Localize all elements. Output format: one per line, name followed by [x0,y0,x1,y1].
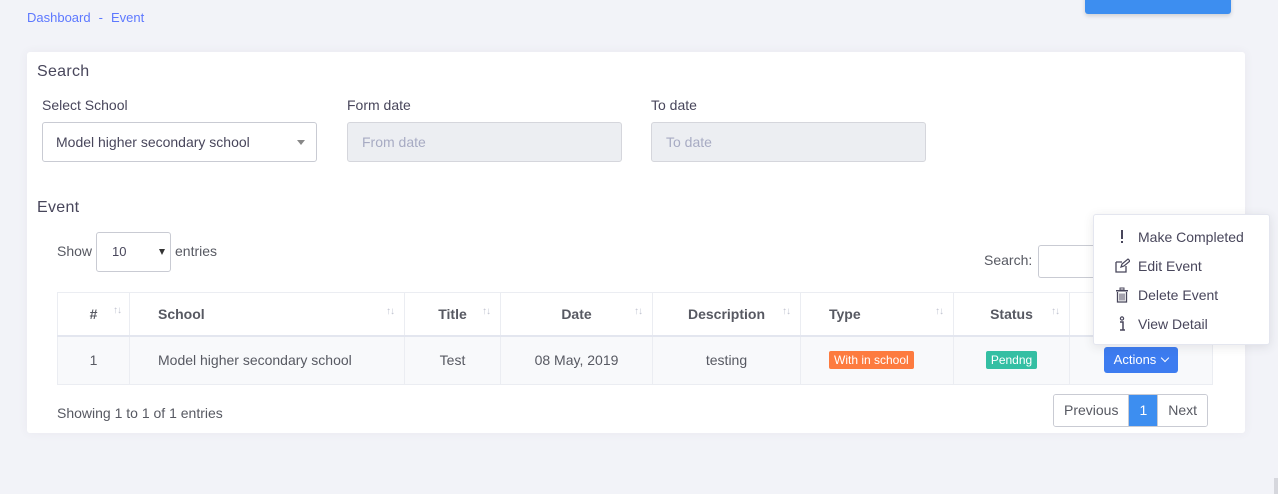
school-select-value: Model higher secondary school [56,134,250,150]
entries-select[interactable]: 10 [96,232,171,272]
to-date-input[interactable]: To date [651,122,926,162]
breadcrumb-event-link[interactable]: Event [111,10,144,25]
column-header-label: Status [990,305,1033,322]
column-header-type[interactable]: Type ↑↓ [800,292,954,337]
entries-select-value: 10 [112,244,127,259]
scrollbar[interactable] [1274,478,1278,494]
menu-item-view-detail[interactable]: View Detail [1114,313,1208,335]
menu-item-edit-event[interactable]: Edit Event [1114,255,1202,277]
pagination-previous-button[interactable]: Previous [1054,395,1130,426]
from-date-input[interactable]: From date [347,122,622,162]
table-search-label: Search: [984,252,1033,268]
column-header-title[interactable]: Title ↑↓ [404,292,501,337]
event-section-title: Event [37,199,80,216]
sort-icon: ↑↓ [634,306,643,317]
menu-item-label: Edit Event [1138,258,1202,274]
column-header-date[interactable]: Date ↑↓ [500,292,653,337]
status-badge: Pendng [985,351,1038,370]
actions-button-label: Actions [1113,352,1157,368]
table-row: 1 Model higher secondary school Test 08 … [57,335,1213,385]
search-section-title: Search [37,63,90,80]
breadcrumb-dashboard-link[interactable]: Dashboard [27,10,91,25]
actions-button[interactable]: Actions [1103,347,1179,374]
entries-label: entries [175,243,218,259]
top-action-button[interactable] [1085,0,1231,14]
trash-icon [1114,287,1134,303]
column-header-label: School [158,305,205,322]
menu-item-make-completed[interactable]: Make Completed [1114,226,1244,248]
cell-description: testing [652,335,801,385]
show-label: Show [57,243,93,259]
sort-icon: ↑↓ [1051,306,1060,317]
column-header-label: # [89,305,98,322]
table-header-row: # ↑↓ School ↑↓ Title ↑↓ Date ↑↓ Description ↑… [57,292,1213,337]
menu-item-label: View Detail [1138,316,1208,332]
column-header-label: Title [438,305,467,322]
chevron-down-icon [1161,354,1170,363]
sort-icon: ↑↓ [935,306,944,317]
sort-icon: ↑↓ [386,306,395,317]
cell-status: Pendng [953,335,1070,385]
table-info: Showing 1 to 1 of 1 entries [57,405,223,421]
edit-icon [1114,258,1134,274]
menu-item-label: Delete Event [1138,287,1219,303]
main-card: Search Select School Model higher second… [27,52,1245,433]
pagination-next-button[interactable]: Next [1157,395,1208,426]
sort-icon: ↑↓ [782,306,791,317]
to-date-label: To date [651,97,697,113]
school-select[interactable]: Model higher secondary school [42,122,317,162]
column-header-school[interactable]: School ↑↓ [129,292,405,337]
column-header-label: Description [687,305,765,322]
cell-school: Model higher secondary school [129,335,405,385]
pagination-page-button[interactable]: 1 [1129,395,1158,426]
cell-type: With in school [800,335,954,385]
caret-down-icon [297,140,305,145]
column-header-number[interactable]: # ↑↓ [57,292,130,337]
caret-down-icon [159,249,165,255]
type-badge: With in school [829,351,914,370]
cell-title: Test [404,335,501,385]
column-header-status[interactable]: Status ↑↓ [953,292,1070,337]
breadcrumb-separator: - [98,10,103,25]
select-school-label: Select School [42,97,128,113]
pagination: Previous 1 Next [1053,394,1209,427]
cell-date: 08 May, 2019 [500,335,653,385]
breadcrumb: Dashboard - Event [27,10,144,25]
exclamation-icon [1114,229,1134,245]
sort-icon: ↑↓ [482,306,491,317]
info-icon [1114,316,1134,332]
column-header-description[interactable]: Description ↑↓ [652,292,801,337]
sort-icon: ↑↓ [113,305,122,316]
menu-item-label: Make Completed [1138,229,1244,245]
event-table: # ↑↓ School ↑↓ Title ↑↓ Date ↑↓ Description ↑… [57,292,1213,385]
column-header-label: Date [561,305,592,322]
menu-item-delete-event[interactable]: Delete Event [1114,284,1218,306]
column-header-label: Type [829,305,861,322]
from-date-label: Form date [347,97,411,113]
actions-dropdown-menu: Make Completed Edit Event Delete Event V… [1093,214,1270,345]
cell-number: 1 [57,335,130,385]
